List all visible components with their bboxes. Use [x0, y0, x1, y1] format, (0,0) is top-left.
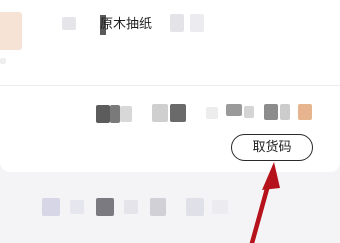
pickup-code-button[interactable]: 取货码 [231, 134, 313, 161]
blurred-text [42, 198, 60, 216]
blurred-text [226, 104, 242, 116]
blurred-text [298, 104, 312, 120]
blurred-text [190, 14, 204, 32]
product-title: 原木抽纸 [100, 15, 153, 35]
blurred-text [0, 58, 6, 64]
blurred-text [212, 200, 228, 214]
blurred-text [96, 198, 114, 216]
blurred-text [244, 106, 254, 118]
product-thumbnail[interactable] [0, 12, 22, 50]
blurred-text [120, 106, 132, 122]
blurred-text [206, 107, 218, 119]
divider [0, 85, 340, 86]
blurred-text [280, 104, 290, 120]
blurred-text [70, 200, 84, 214]
blurred-text [186, 198, 204, 216]
blurred-text [110, 105, 120, 123]
blurred-text [62, 17, 76, 30]
blurred-text [170, 104, 186, 122]
blurred-text [96, 105, 110, 123]
blurred-text [264, 104, 278, 120]
blurred-text [152, 104, 168, 122]
blurred-text [124, 200, 138, 214]
blurred-text [170, 14, 184, 32]
order-card[interactable]: 原木抽纸 取货码 [0, 0, 340, 172]
blurred-text [150, 198, 166, 216]
